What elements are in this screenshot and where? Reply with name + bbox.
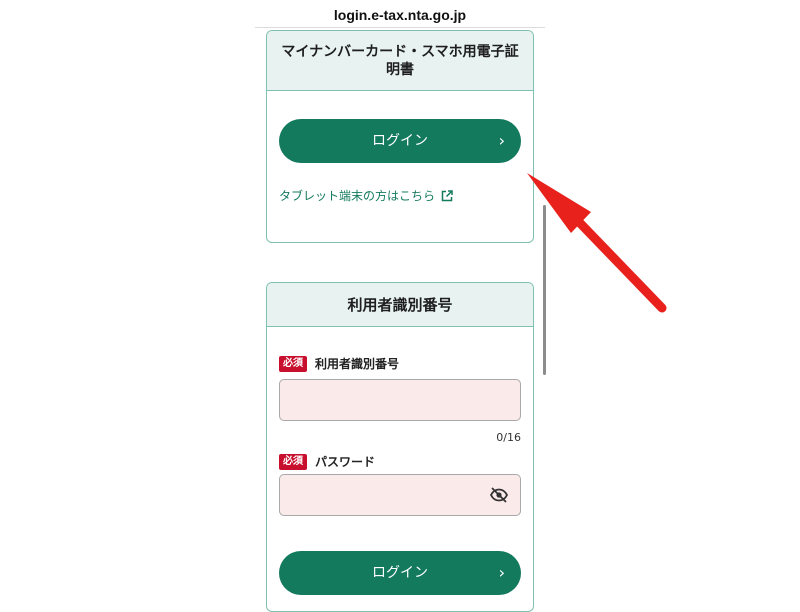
address-bar-url[interactable]: login.e-tax.nta.go.jp — [0, 0, 800, 30]
user-id-field-label: 利用者識別番号 — [315, 357, 400, 371]
page-scrollbar[interactable] — [543, 205, 546, 375]
tablet-link[interactable]: タブレット端末の方はこちら — [279, 187, 453, 204]
password-field-label-row: 必須 パスワード — [279, 453, 375, 470]
chevron-right-icon: › — [498, 563, 505, 582]
chevron-right-icon: › — [498, 131, 505, 150]
required-badge: 必須 — [279, 453, 307, 470]
user-id-panel-title: 利用者識別番号 — [267, 283, 533, 327]
password-input[interactable] — [279, 474, 521, 516]
user-id-panel: 利用者識別番号 必須 利用者識別番号 0/16 必須 パスワード ログイン › — [266, 282, 534, 612]
user-id-char-counter: 0/16 — [496, 431, 521, 444]
mynumber-card-title: マイナンバーカード・スマホ用電子証明書 — [267, 31, 533, 91]
user-id-input[interactable] — [279, 379, 521, 421]
user-id-login-button[interactable]: ログイン › — [279, 551, 521, 595]
required-badge: 必須 — [279, 355, 307, 372]
mynumber-login-label: ログイン — [372, 133, 428, 149]
eye-off-icon[interactable] — [490, 487, 508, 503]
mynumber-login-button[interactable]: ログイン › — [279, 119, 521, 163]
tablet-link-label: タブレット端末の方はこちら — [279, 189, 436, 203]
external-link-icon — [441, 189, 453, 201]
address-bar-divider — [255, 27, 545, 28]
password-field-label: パスワード — [315, 455, 376, 469]
mynumber-card-panel: マイナンバーカード・スマホ用電子証明書 ログイン › タブレット端末の方はこちら — [266, 30, 534, 243]
user-id-field-label-row: 必須 利用者識別番号 — [279, 355, 399, 372]
user-id-login-label: ログイン — [372, 565, 428, 581]
